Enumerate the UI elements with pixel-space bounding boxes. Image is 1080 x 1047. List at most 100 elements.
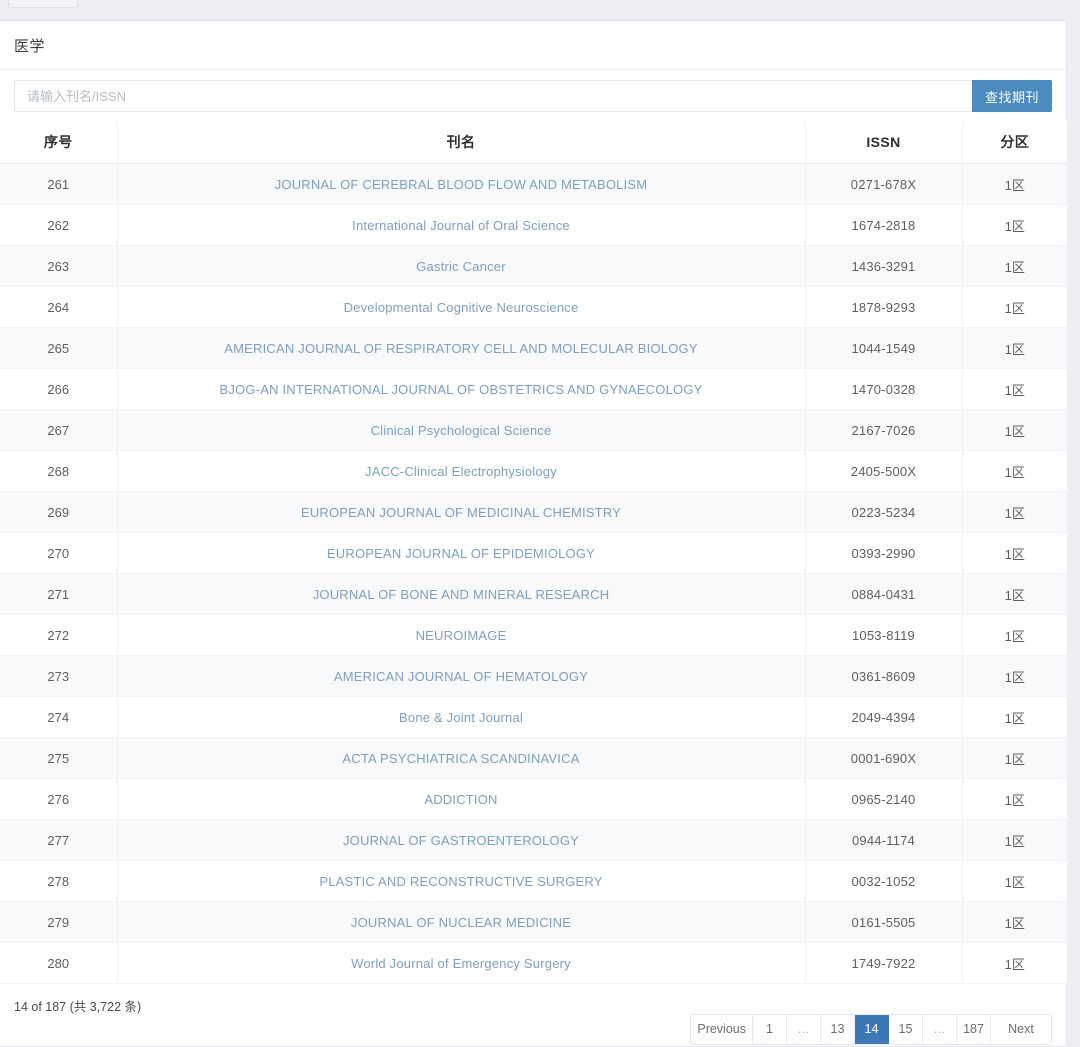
table-header: 序号 刊名 ISSN 分区 [0,121,1067,164]
journal-link[interactable]: AMERICAN JOURNAL OF RESPIRATORY CELL AND… [224,341,697,356]
cell-issn: 0001-690X [805,737,963,779]
cell-issn: 0965-2140 [805,778,963,820]
cell-journal-name: Gastric Cancer [117,245,806,287]
table-row: 261 JOURNAL OF CEREBRAL BLOOD FLOW AND ME… [0,163,1067,205]
cell-journal-name: EUROPEAN JOURNAL OF MEDICINAL CHEMISTRY [117,491,806,533]
cell-issn: 0884-0431 [805,573,963,615]
cell-index: 271 [0,573,118,615]
journal-link[interactable]: ACTA PSYCHIATRICA SCANDINAVICA [342,751,579,766]
cell-journal-name: NEUROIMAGE [117,614,806,656]
journal-link[interactable]: Gastric Cancer [416,259,506,274]
journal-link[interactable]: International Journal of Oral Science [352,218,570,233]
column-header-index: 序号 [0,121,118,164]
table-row: 278 PLASTIC AND RECONSTRUCTIVE SURGERY 003… [0,860,1067,902]
cell-issn: 1470-0328 [805,368,963,410]
cell-index: 273 [0,655,118,697]
cell-zone: 1区 [962,655,1067,697]
journal-link[interactable]: EUROPEAN JOURNAL OF MEDICINAL CHEMISTRY [301,505,621,520]
cell-index: 280 [0,942,118,984]
cell-issn: 2167-7026 [805,409,963,451]
cell-zone: 1区 [962,819,1067,861]
journal-link[interactable]: World Journal of Emergency Surgery [351,956,571,971]
cell-zone: 1区 [962,204,1067,246]
cell-issn: 1044-1549 [805,327,963,369]
cell-zone: 1区 [962,573,1067,615]
cell-issn: 1749-7922 [805,942,963,984]
pagination-next[interactable]: Next [991,1015,1051,1044]
table-header-row: 序号 刊名 ISSN 分区 [0,121,1067,164]
cell-journal-name: JACC-Clinical Electrophysiology [117,450,806,492]
cell-zone: 1区 [962,491,1067,533]
cell-issn: 2049-4394 [805,696,963,738]
journal-link[interactable]: AMERICAN JOURNAL OF HEMATOLOGY [334,669,588,684]
cell-index: 263 [0,245,118,287]
journal-link[interactable]: Bone & Joint Journal [399,710,523,725]
pagination-page-187[interactable]: 187 [957,1015,991,1044]
journal-link[interactable]: PLASTIC AND RECONSTRUCTIVE SURGERY [319,874,602,889]
column-header-name: 刊名 [117,121,806,164]
table-row: 266 BJOG-AN INTERNATIONAL JOURNAL OF OBST… [0,368,1067,410]
cell-index: 264 [0,286,118,328]
cell-zone: 1区 [962,450,1067,492]
pagination-page-1[interactable]: 1 [753,1015,787,1044]
journal-link[interactable]: BJOG-AN INTERNATIONAL JOURNAL OF OBSTETR… [220,382,703,397]
table-row: 276 ADDICTION 0965-2140 1区 [0,778,1067,820]
cell-journal-name: JOURNAL OF CEREBRAL BLOOD FLOW AND METAB… [117,163,806,205]
cell-journal-name: AMERICAN JOURNAL OF RESPIRATORY CELL AND… [117,327,806,369]
pagination: Previous 1… 13 14 15… 187 Next [690,1014,1052,1045]
cell-index: 270 [0,532,118,574]
table-row: 271 JOURNAL OF BONE AND MINERAL RESEARCH 0… [0,573,1067,615]
window-top-band [0,0,1080,14]
journal-link[interactable]: NEUROIMAGE [416,628,507,643]
cell-zone: 1区 [962,614,1067,656]
page-title: 医学 [0,21,1066,70]
cell-issn: 1878-9293 [805,286,963,328]
cell-journal-name: JOURNAL OF GASTROENTEROLOGY [117,819,806,861]
cell-journal-name: Developmental Cognitive Neuroscience [117,286,806,328]
table-row: 262 International Journal of Oral Science… [0,204,1067,246]
cell-issn: 0223-5234 [805,491,963,533]
table-row: 277 JOURNAL OF GASTROENTEROLOGY 0944-1174 1… [0,819,1067,861]
journal-link[interactable]: ADDICTION [424,792,497,807]
journal-link[interactable]: Developmental Cognitive Neuroscience [344,300,579,315]
cut-off-toolbar-button[interactable] [8,0,78,8]
cell-issn: 1674-2818 [805,204,963,246]
cell-journal-name: BJOG-AN INTERNATIONAL JOURNAL OF OBSTETR… [117,368,806,410]
journal-link[interactable]: EUROPEAN JOURNAL OF EPIDEMIOLOGY [327,546,595,561]
cell-issn: 0032-1052 [805,860,963,902]
table-row: 269 EUROPEAN JOURNAL OF MEDICINAL CHEMIST… [0,491,1067,533]
pagination-ellipsis: … [787,1015,821,1044]
cell-zone: 1区 [962,327,1067,369]
journal-link[interactable]: JOURNAL OF CEREBRAL BLOOD FLOW AND METAB… [275,177,648,192]
cell-index: 262 [0,204,118,246]
column-header-zone: 分区 [962,121,1067,164]
table-row: 264 Developmental Cognitive Neuroscience 1… [0,286,1067,328]
cell-issn: 1053-8119 [805,614,963,656]
cell-zone: 1区 [962,368,1067,410]
result-summary: 14 of 187 (共 3,722 条) [14,1000,142,1014]
cell-journal-name: AMERICAN JOURNAL OF HEMATOLOGY [117,655,806,697]
cell-journal-name: ADDICTION [117,778,806,820]
search-input[interactable] [14,80,972,112]
table-row: 270 EUROPEAN JOURNAL OF EPIDEMIOLOGY 0393-… [0,532,1067,574]
pagination-previous[interactable]: Previous [691,1015,753,1044]
pagination-page-14[interactable]: 14 [855,1015,889,1044]
journal-link[interactable]: JOURNAL OF NUCLEAR MEDICINE [351,915,571,930]
journal-link[interactable]: Clinical Psychological Science [371,423,552,438]
journal-link[interactable]: JACC-Clinical Electrophysiology [365,464,557,479]
search-button[interactable]: 查找期刊 [972,80,1052,112]
column-header-issn: ISSN [805,121,963,164]
cell-index: 278 [0,860,118,902]
cell-zone: 1区 [962,901,1067,943]
pagination-page-15[interactable]: 15 [889,1015,923,1044]
cell-index: 266 [0,368,118,410]
cell-zone: 1区 [962,245,1067,287]
cell-index: 277 [0,819,118,861]
cell-journal-name: ACTA PSYCHIATRICA SCANDINAVICA [117,737,806,779]
journal-link[interactable]: JOURNAL OF GASTROENTEROLOGY [343,833,579,848]
journal-link[interactable]: JOURNAL OF BONE AND MINERAL RESEARCH [313,587,610,602]
search-bar: 查找期刊 [0,70,1066,121]
pagination-page-13[interactable]: 13 [821,1015,855,1044]
cell-index: 274 [0,696,118,738]
table-row: 273 AMERICAN JOURNAL OF HEMATOLOGY 0361-86… [0,655,1067,697]
